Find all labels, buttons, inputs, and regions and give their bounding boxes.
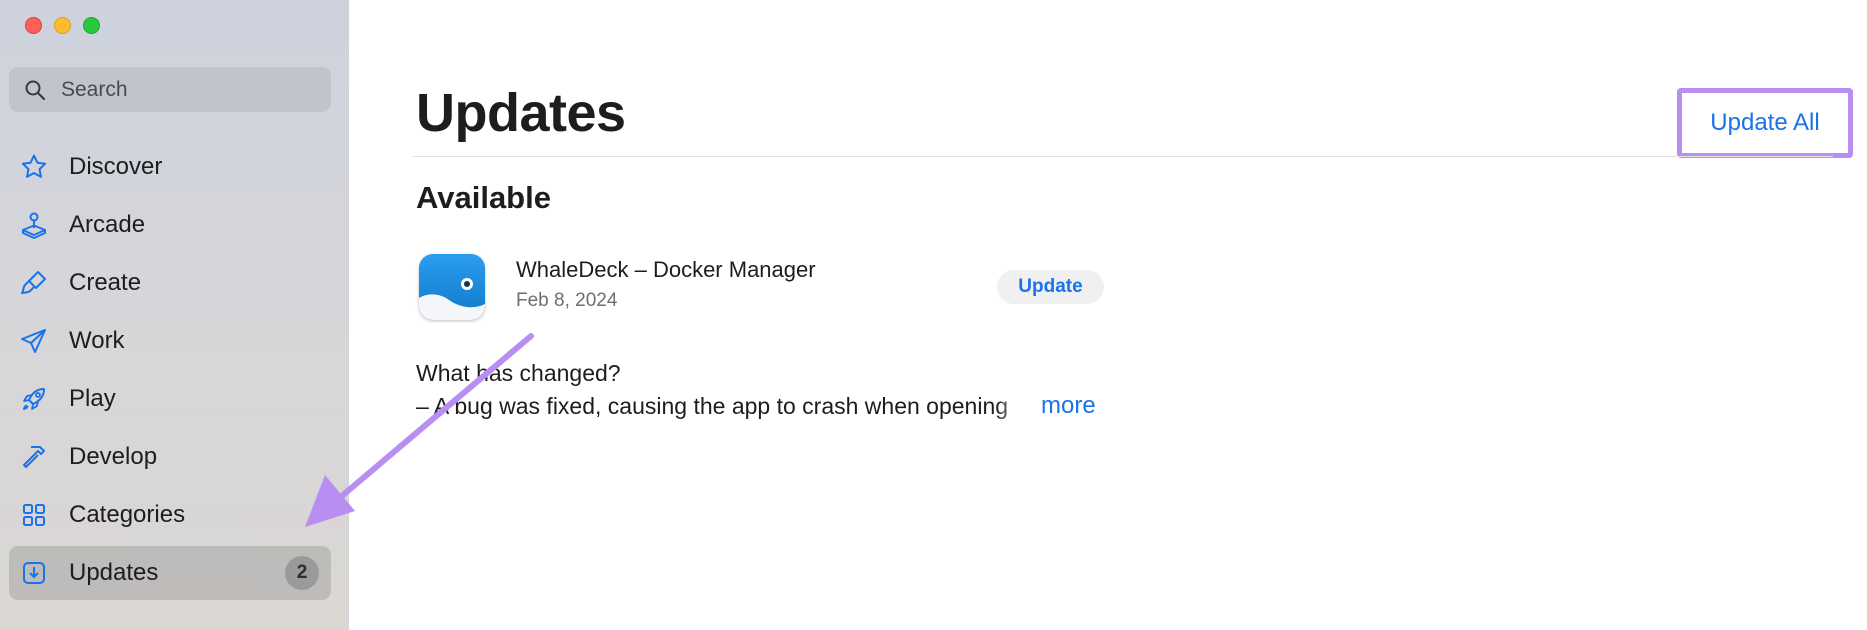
- sidebar-item-discover[interactable]: Discover: [9, 140, 331, 194]
- main-content: Updates Update All Available WhaleDeck –…: [349, 0, 1867, 630]
- section-title-available: Available: [416, 180, 551, 215]
- updates-count-badge: 2: [285, 556, 319, 590]
- sidebar-item-arcade[interactable]: Arcade: [9, 198, 331, 252]
- sidebar-item-work[interactable]: Work: [9, 314, 331, 368]
- update-button[interactable]: Update: [997, 270, 1104, 304]
- sidebar-item-label: Develop: [69, 443, 158, 470]
- sidebar-item-label: Work: [69, 327, 125, 354]
- search-icon: [25, 80, 46, 100]
- page-title: Updates: [416, 83, 626, 143]
- title-divider: [413, 156, 1833, 157]
- joystick-icon: [22, 212, 46, 239]
- paper-plane-icon: [21, 329, 46, 353]
- sidebar-item-label: Discover: [69, 153, 163, 180]
- sidebar-item-play[interactable]: Play: [9, 372, 331, 426]
- sidebar-item-label: Updates: [69, 559, 159, 586]
- download-icon: [23, 562, 45, 584]
- more-link[interactable]: more: [1041, 392, 1096, 420]
- sidebar-item-updates[interactable]: Updates 2: [9, 546, 331, 600]
- sidebar-item-label: Play: [69, 385, 116, 412]
- update-all-button[interactable]: Update All: [1710, 109, 1819, 137]
- grid-icon: [23, 504, 45, 526]
- sidebar-nav: Discover Arcade Create Work Play Develop…: [9, 140, 331, 604]
- app-date: Feb 8, 2024: [516, 290, 618, 311]
- sidebar-item-develop[interactable]: Develop: [9, 430, 331, 484]
- app-icon[interactable]: [419, 254, 485, 320]
- search-input[interactable]: [59, 76, 313, 103]
- whale-icon: [419, 254, 485, 320]
- update-all-highlight: Update All: [1677, 88, 1853, 158]
- sidebar-item-label: Arcade: [69, 211, 146, 238]
- brush-icon: [21, 271, 46, 294]
- changes-text: – A bug was fixed, causing the app to cr…: [416, 393, 1009, 419]
- changes-heading: What has changed?: [416, 360, 621, 386]
- minimize-window-button[interactable]: [54, 17, 71, 34]
- hammer-icon: [23, 446, 45, 468]
- sidebar-item-create[interactable]: Create: [9, 256, 331, 310]
- search-field[interactable]: [9, 67, 331, 112]
- star-icon: [21, 154, 47, 178]
- sidebar: Discover Arcade Create Work: [0, 0, 349, 630]
- app-name: WhaleDeck – Docker Manager: [516, 257, 816, 282]
- sidebar-item-label: Categories: [69, 501, 186, 528]
- window-controls: [25, 17, 100, 34]
- sidebar-item-categories[interactable]: Categories: [9, 488, 331, 542]
- close-window-button[interactable]: [25, 17, 42, 34]
- sidebar-item-label: Create: [69, 269, 142, 296]
- rocket-icon: [23, 388, 45, 410]
- zoom-window-button[interactable]: [83, 17, 100, 34]
